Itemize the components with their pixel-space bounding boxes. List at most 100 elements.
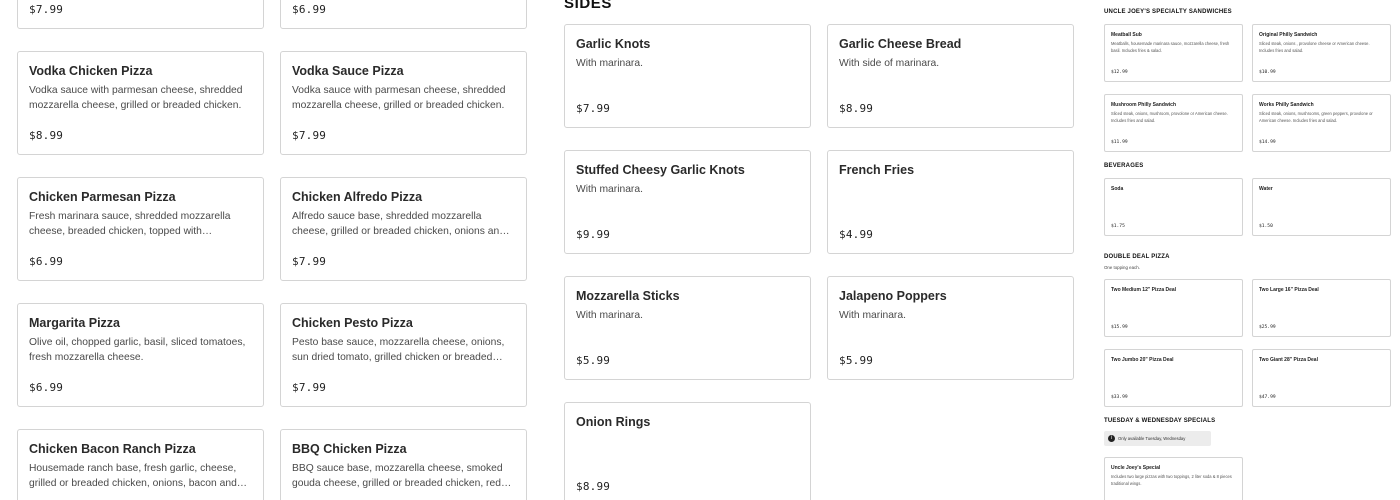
pizza-card-vodka-chicken[interactable]: Vodka Chicken Pizza Vodka sauce with par… <box>17 51 264 155</box>
double-deal-heading: DOUBLE DEAL PIZZA <box>1104 254 1170 260</box>
item-price: $14.99 <box>1259 140 1276 145</box>
pizza-card-top-right[interactable]: $6.99 <box>280 0 527 29</box>
item-price: $12.99 <box>1111 70 1128 75</box>
item-name: Garlic Cheese Bread <box>839 37 962 51</box>
item-name: Vodka Sauce Pizza <box>292 64 404 78</box>
item-price: $7.99 <box>292 129 327 142</box>
pizza-card-margarita[interactable]: Margarita Pizza Olive oil, chopped garli… <box>17 303 264 407</box>
beverages-heading: BEVERAGES <box>1104 163 1144 169</box>
item-price: $6.99 <box>29 255 64 268</box>
deal-card-medium[interactable]: Two Medium 12" Pizza Deal $15.99 <box>1104 279 1243 337</box>
side-card-mozzarella-sticks[interactable]: Mozzarella Sticks With marinara. $5.99 <box>564 276 811 380</box>
beverage-card-soda[interactable]: Soda $1.75 <box>1104 178 1243 236</box>
sandwich-card-original-philly[interactable]: Original Philly Sandwich Sliced steak, o… <box>1252 24 1391 82</box>
pizza-card-chicken-alfredo[interactable]: Chicken Alfredo Pizza Alfredo sauce base… <box>280 177 527 281</box>
item-description: Sliced steak, onions , provolone cheese … <box>1259 41 1370 53</box>
pizza-card-chicken-pesto[interactable]: Chicken Pesto Pizza Pesto base sauce, mo… <box>280 303 527 407</box>
item-name: Works Philly Sandwich <box>1259 102 1314 108</box>
item-name: Uncle Joey's Special <box>1111 465 1161 471</box>
item-name: Two Large 16" Pizza Deal <box>1259 287 1319 293</box>
sandwiches-heading: UNCLE JOEY'S SPECIALTY SANDWICHES <box>1104 9 1232 15</box>
pizza-card-chicken-parmesan[interactable]: Chicken Parmesan Pizza Fresh marinara sa… <box>17 177 264 281</box>
item-name: Two Medium 12" Pizza Deal <box>1111 287 1177 293</box>
availability-text: Only available Tuesday, Wednesday <box>1118 436 1186 441</box>
item-price: $47.99 <box>1259 395 1276 400</box>
availability-badge[interactable]: i Only available Tuesday, Wednesday <box>1104 431 1211 446</box>
item-name: Two Jumbo 20" Pizza Deal <box>1111 357 1174 363</box>
deal-card-large[interactable]: Two Large 16" Pizza Deal $25.99 <box>1252 279 1391 337</box>
double-deal-subheading: One topping each. <box>1104 265 1140 270</box>
item-price: $4.99 <box>839 228 874 241</box>
sides-heading: SIDES <box>564 0 613 12</box>
deal-card-jumbo[interactable]: Two Jumbo 20" Pizza Deal $33.99 <box>1104 349 1243 407</box>
special-card-uncle-joeys[interactable]: Uncle Joey's Special Includes two large … <box>1104 457 1243 500</box>
item-price: $5.99 <box>839 354 874 367</box>
item-price: $7.99 <box>292 381 327 394</box>
item-name: Chicken Parmesan Pizza <box>29 190 176 204</box>
item-price: $7.99 <box>29 3 64 16</box>
item-description: Vodka sauce with parmesan cheese, shredd… <box>292 85 506 111</box>
item-description: Pesto base sauce, mozzarella cheese, oni… <box>292 337 505 363</box>
item-description: Meatballs, housemade marinara sauce, moz… <box>1111 41 1230 53</box>
item-name: Stuffed Cheesy Garlic Knots <box>576 163 745 177</box>
sandwich-card-works-philly[interactable]: Works Philly Sandwich Sliced steak, onio… <box>1252 94 1391 152</box>
sandwich-card-mushroom-philly[interactable]: Mushroom Philly Sandwich Sliced steak, o… <box>1104 94 1243 152</box>
item-description: With marinara. <box>576 58 643 69</box>
item-description: With marinara. <box>576 310 643 321</box>
item-name: French Fries <box>839 163 915 177</box>
item-price: $8.99 <box>576 480 611 493</box>
pizza-card-chicken-bacon-ranch[interactable]: Chicken Bacon Ranch Pizza Housemade ranc… <box>17 429 264 500</box>
sandwich-card-meatball-sub[interactable]: Meatball Sub Meatballs, housemade marina… <box>1104 24 1243 82</box>
item-description: Housemade ranch base, fresh garlic, chee… <box>29 463 237 489</box>
item-name: BBQ Chicken Pizza <box>292 442 407 456</box>
deal-card-giant[interactable]: Two Giant 28" Pizza Deal $47.99 <box>1252 349 1391 407</box>
item-name: Onion Rings <box>576 415 651 429</box>
item-description: Sliced steak, onions, mushroom, provolon… <box>1111 111 1228 123</box>
item-description: With side of marinara. <box>839 58 940 69</box>
item-name: Water <box>1259 186 1273 192</box>
item-name: Garlic Knots <box>576 37 651 51</box>
item-description: With marinara. <box>839 310 906 321</box>
item-price: $8.99 <box>29 129 64 142</box>
item-price: $8.99 <box>839 102 874 115</box>
item-price: $15.99 <box>1111 325 1128 330</box>
side-card-garlic-knots[interactable]: Garlic Knots With marinara. $7.99 <box>564 24 811 128</box>
beverage-card-water[interactable]: Water $1.50 <box>1252 178 1391 236</box>
item-description: With marinara. <box>576 184 643 195</box>
item-price: $10.99 <box>1259 70 1276 75</box>
item-price: $11.99 <box>1111 140 1128 145</box>
item-description: Includes two large pizzas with two toppi… <box>1111 474 1232 486</box>
item-name: Jalapeno Poppers <box>839 289 947 303</box>
item-name: Chicken Bacon Ranch Pizza <box>29 442 196 456</box>
item-name: Soda <box>1111 186 1124 192</box>
item-description: Olive oil, chopped garlic, basil, sliced… <box>29 337 246 363</box>
side-card-onion-rings[interactable]: Onion Rings $8.99 <box>564 402 811 500</box>
side-card-stuffed-garlic-knots[interactable]: Stuffed Cheesy Garlic Knots With marinar… <box>564 150 811 254</box>
item-price: $5.99 <box>576 354 611 367</box>
side-card-french-fries[interactable]: French Fries $4.99 <box>827 150 1074 254</box>
item-price: $6.99 <box>292 3 327 16</box>
item-name: Chicken Pesto Pizza <box>292 316 413 330</box>
info-icon: i <box>1108 435 1115 442</box>
item-name: Chicken Alfredo Pizza <box>292 190 423 204</box>
item-description: Fresh marinara sauce, shredded mozzarell… <box>29 211 231 237</box>
item-price: $7.99 <box>576 102 611 115</box>
specials-heading: TUESDAY & WEDNESDAY SPECIALS <box>1104 418 1216 424</box>
item-name: Meatball Sub <box>1111 32 1142 38</box>
item-name: Vodka Chicken Pizza <box>29 64 153 78</box>
pizza-card-bbq-chicken[interactable]: BBQ Chicken Pizza BBQ sauce base, mozzar… <box>280 429 527 500</box>
pizza-card-vodka-sauce[interactable]: Vodka Sauce Pizza Vodka sauce with parme… <box>280 51 527 155</box>
item-price: $7.99 <box>292 255 327 268</box>
item-name: Mushroom Philly Sandwich <box>1111 102 1177 108</box>
pizza-card-top-left[interactable]: $7.99 <box>17 0 264 29</box>
item-description: BBQ sauce base, mozzarella cheese, smoke… <box>292 463 503 489</box>
item-description: Vodka sauce with parmesan cheese, shredd… <box>29 85 243 111</box>
side-card-garlic-cheese-bread[interactable]: Garlic Cheese Bread With side of marinar… <box>827 24 1074 128</box>
item-price: $9.99 <box>576 228 611 241</box>
item-price: $25.99 <box>1259 325 1276 330</box>
side-card-jalapeno-poppers[interactable]: Jalapeno Poppers With marinara. $5.99 <box>827 276 1074 380</box>
item-price: $6.99 <box>29 381 64 394</box>
item-description: Alfredo sauce base, shredded mozzarella … <box>292 211 505 237</box>
item-price: $1.50 <box>1259 224 1273 229</box>
item-price: $1.75 <box>1111 224 1125 229</box>
